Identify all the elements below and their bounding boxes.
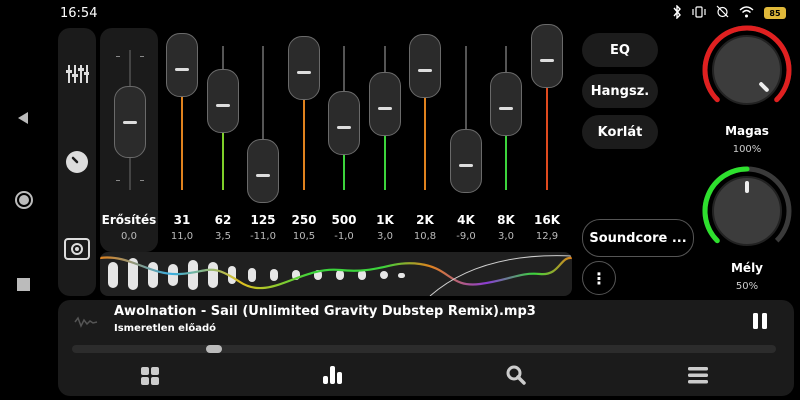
waveform-bar [336, 270, 344, 280]
pause-icon[interactable] [752, 312, 768, 334]
treble-label: Magas [725, 124, 769, 138]
band-slider-handle[interactable] [247, 139, 279, 203]
band-level-fill [303, 100, 305, 190]
frequency-response-graph [100, 252, 572, 296]
band-level-fill [546, 88, 548, 190]
surround-icon[interactable] [64, 238, 90, 264]
mode-panel [58, 28, 96, 296]
song-title: Awolnation - Sail (Unlimited Gravity Dub… [114, 304, 536, 319]
progress-thumb[interactable] [206, 345, 222, 353]
band-value-label: 3,0 [498, 231, 514, 242]
highshelf-curve [429, 255, 572, 296]
gain-tick [140, 180, 144, 181]
status-time: 16:54 [60, 6, 98, 21]
navigation-bar [0, 0, 50, 400]
band-slider-handle[interactable] [450, 129, 482, 193]
waveform-bar [188, 260, 198, 290]
gain-value: 0,0 [121, 231, 137, 242]
bass-label: Mély [730, 261, 763, 275]
alarm-off-icon [716, 5, 729, 21]
band-value-label: -1,0 [334, 231, 354, 242]
knob-body [712, 35, 782, 105]
treble-knob[interactable] [700, 23, 794, 121]
band-value-label: 12,9 [535, 231, 559, 242]
gain-tick [116, 180, 120, 181]
bluetooth-icon [672, 3, 682, 22]
band-slider-handle[interactable] [207, 69, 239, 133]
song-artist: Ismeretlen előadó [114, 323, 217, 334]
band-value-label: 11,0 [170, 231, 194, 242]
status-icons: 85 [672, 3, 786, 22]
sliders-icon[interactable] [65, 62, 89, 90]
waveform-bar [148, 262, 158, 288]
band-value-label: 3,0 [377, 231, 393, 242]
band-frequency-label: 16K [534, 213, 560, 227]
gain-tick [140, 56, 144, 57]
band-frequency-label: 1K [376, 213, 394, 227]
treble-value: 100% [732, 144, 762, 155]
waveform-bar [398, 273, 405, 278]
band-frequency-label: 8K [497, 213, 515, 227]
band-value-label: -11,0 [250, 231, 276, 242]
band-slider-handle[interactable] [369, 72, 401, 136]
band-frequency-label: 250 [291, 213, 317, 227]
progress-track[interactable] [72, 345, 776, 353]
knob-icon[interactable] [65, 150, 89, 178]
band-value-label: 10,8 [413, 231, 437, 242]
gain-slider-handle[interactable] [114, 86, 146, 158]
gain-label: Erősítés [101, 213, 157, 227]
album-art-icon [74, 314, 98, 333]
band-level-fill [424, 98, 426, 190]
eq-button[interactable]: EQ [582, 33, 658, 67]
band-level-fill [384, 136, 386, 190]
band-frequency-label: 4K [457, 213, 475, 227]
waveform-bar [108, 262, 118, 288]
more-button[interactable]: ⋮ [582, 261, 616, 295]
band-level-fill [505, 136, 507, 190]
band-slider-handle[interactable] [490, 72, 522, 136]
home-circle-icon[interactable] [14, 190, 34, 214]
gain-tick [116, 56, 120, 57]
band-value-label: 10,5 [292, 231, 316, 242]
band-slider-handle[interactable] [328, 91, 360, 155]
band-slider-handle[interactable] [409, 34, 441, 98]
band-frequency-label: 500 [331, 213, 357, 227]
band-frequency-label: 31 [173, 213, 191, 227]
band-value-label: -9,0 [456, 231, 476, 242]
back-triangle-icon[interactable] [16, 110, 30, 129]
wifi-icon [739, 5, 754, 21]
waveform-bar [270, 269, 278, 281]
waveform-bar [208, 262, 218, 288]
device-button[interactable]: Soundcore ... [582, 219, 694, 257]
waveform-bar [380, 271, 388, 279]
band-frequency-label: 2K [416, 213, 434, 227]
bars-icon[interactable] [322, 365, 344, 389]
bass-knob[interactable] [700, 164, 794, 262]
hangsz-button[interactable]: Hangsz. [582, 74, 658, 108]
korlat-button[interactable]: Korlát [582, 115, 658, 149]
search-icon[interactable] [506, 365, 526, 389]
waveform-bar [248, 268, 256, 282]
band-slider-handle[interactable] [288, 36, 320, 100]
band-level-fill [181, 97, 183, 190]
band-slider-handle[interactable] [531, 24, 563, 88]
vibrate-icon [692, 5, 706, 21]
grid-icon[interactable] [140, 366, 160, 390]
band-slider-handle[interactable] [166, 33, 198, 97]
band-level-fill [222, 133, 224, 190]
band-frequency-label: 125 [250, 213, 276, 227]
band-level-fill [343, 155, 345, 190]
recents-square-icon[interactable] [17, 276, 30, 295]
bass-value: 50% [735, 281, 759, 292]
menu-icon[interactable] [688, 366, 708, 388]
band-value-label: 3,5 [215, 231, 231, 242]
battery-icon: 85 [764, 7, 786, 19]
band-frequency-label: 62 [214, 213, 232, 227]
